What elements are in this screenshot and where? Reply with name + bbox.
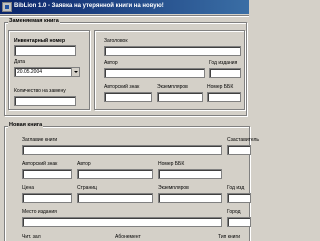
- inventory-number-label: Инвентарный номер: [14, 38, 66, 44]
- pages-label: Страниц: [77, 185, 97, 191]
- app-icon: [2, 2, 12, 12]
- compiler-field[interactable]: [227, 145, 251, 155]
- subscription-label: Абонемент: [115, 234, 141, 240]
- author-label: Автор: [104, 60, 118, 66]
- reading-room-label: Чит. зал: [22, 234, 41, 240]
- copies-field[interactable]: [157, 92, 203, 102]
- pages-field[interactable]: [77, 193, 153, 203]
- author-sign-field[interactable]: [104, 92, 152, 102]
- city-field[interactable]: [227, 217, 251, 227]
- title-separator: [0, 15, 249, 17]
- new-copies-field[interactable]: [158, 193, 222, 203]
- chevron-down-icon[interactable]: [71, 68, 79, 76]
- author-sign-label: Авторский знак: [104, 84, 140, 90]
- compiler-label: Сзаставитель: [227, 137, 260, 143]
- place-field[interactable]: [22, 217, 222, 227]
- bbk-label: Номер ББК: [207, 84, 234, 90]
- quantity-label: Количество на замену: [14, 88, 66, 94]
- new-author-sign-field[interactable]: [22, 169, 72, 179]
- new-year-label: Год изд: [227, 185, 245, 191]
- bbk-field[interactable]: [207, 92, 241, 102]
- book-type-label: Тип книги: [218, 234, 241, 240]
- new-year-field[interactable]: [227, 193, 251, 203]
- date-picker[interactable]: 20.05.2004: [14, 67, 80, 77]
- price-field[interactable]: [22, 193, 72, 203]
- copies-label: Экземпляров: [157, 84, 188, 90]
- window-title: BibLion 1.0 - Заявка на утерянной книги …: [14, 3, 164, 9]
- date-label: Дата: [14, 59, 26, 65]
- date-value: 20.05.2004: [17, 69, 43, 75]
- new-copies-label: Экземпляров: [158, 185, 189, 191]
- replaced-book-group-title: Заменяемая книга: [8, 18, 60, 24]
- new-author-label: Автор: [77, 161, 91, 167]
- inventory-number-field[interactable]: [14, 45, 76, 56]
- new-bbk-field[interactable]: [158, 169, 222, 179]
- new-title-label: Заглавие книги: [22, 137, 58, 143]
- title-label: Заголовок: [104, 38, 128, 44]
- author-field[interactable]: [104, 68, 205, 78]
- new-book-group-title: Новая книга: [8, 122, 44, 128]
- new-title-field[interactable]: [22, 145, 222, 155]
- year-label: Год издания: [209, 60, 238, 66]
- quantity-field[interactable]: [14, 96, 76, 106]
- city-label: Город: [227, 209, 241, 215]
- new-author-field[interactable]: [77, 169, 153, 179]
- year-field[interactable]: [209, 68, 241, 78]
- title-field[interactable]: [104, 46, 241, 56]
- new-bbk-label: Номер ББК: [158, 161, 185, 167]
- new-author-sign-label: Авторский знак: [22, 161, 58, 167]
- price-label: Цена: [22, 185, 35, 191]
- place-label: Место издания: [22, 209, 57, 215]
